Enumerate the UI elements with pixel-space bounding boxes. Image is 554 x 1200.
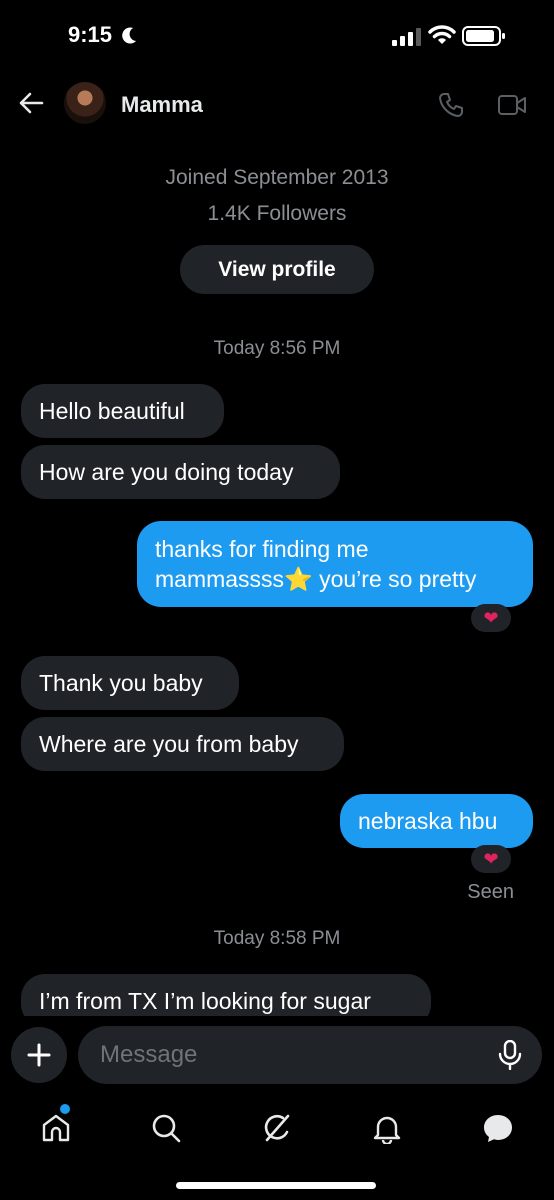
- outgoing-message[interactable]: nebraska hbu: [340, 794, 533, 848]
- incoming-message[interactable]: How are you doing today: [21, 445, 340, 499]
- add-media-button[interactable]: [11, 1027, 67, 1083]
- contact-name[interactable]: Mamma: [121, 92, 203, 118]
- profile-followers-count: 1.4K Followers: [207, 202, 347, 225]
- incoming-message[interactable]: Thank you baby: [21, 656, 239, 710]
- bottom-tab-bar: [0, 1094, 554, 1200]
- profile-joined-date: Joined September 2013: [165, 166, 389, 189]
- heart-reaction[interactable]: ❤: [471, 604, 511, 632]
- tab-home[interactable]: [36, 1108, 76, 1148]
- message-text: How are you doing today: [39, 459, 294, 485]
- message-timestamp: Today 8:58 PM: [213, 928, 341, 949]
- battery-icon: [462, 26, 505, 46]
- home-icon: [42, 1114, 70, 1142]
- heart-reaction[interactable]: ❤: [471, 845, 511, 873]
- tab-grok[interactable]: [257, 1108, 297, 1148]
- wifi-icon: [428, 25, 456, 44]
- tab-messages[interactable]: [478, 1108, 518, 1148]
- conversation-header: Mamma: [0, 72, 554, 136]
- message-text-line: thanks for finding me: [155, 536, 369, 562]
- message-list-clip: I’m from TX I’m looking for sugar: [0, 970, 554, 1016]
- incoming-message[interactable]: Hello beautiful: [21, 384, 224, 438]
- message-text-line: mammassss⭐ you’re so pretty: [155, 566, 477, 592]
- avatar[interactable]: [64, 82, 106, 124]
- status-bar: 9:15: [0, 0, 554, 70]
- phone-icon[interactable]: [438, 92, 464, 118]
- messages-icon: [484, 1115, 512, 1142]
- seen-status: Seen: [467, 881, 514, 903]
- search-icon: [152, 1114, 181, 1143]
- microphone-icon[interactable]: [497, 1040, 523, 1070]
- moon-icon: [122, 27, 136, 44]
- home-indicator: [176, 1182, 376, 1189]
- back-arrow-icon[interactable]: [18, 90, 44, 116]
- heart-icon: ❤: [483, 848, 499, 869]
- incoming-message[interactable]: I’m from TX I’m looking for sugar: [21, 974, 431, 1016]
- heart-icon: ❤: [483, 607, 499, 628]
- message-timestamp: Today 8:56 PM: [213, 338, 341, 359]
- signal-icon: [392, 28, 421, 46]
- notification-dot: [60, 1104, 70, 1114]
- grok-icon: [264, 1114, 290, 1142]
- bell-icon: [373, 1116, 401, 1144]
- plus-icon: [27, 1043, 51, 1067]
- message-composer: [0, 1016, 554, 1094]
- message-text: Thank you baby: [39, 670, 203, 696]
- message-text: I’m from TX I’m looking for sugar: [39, 988, 371, 1014]
- message-input[interactable]: [78, 1026, 542, 1084]
- tab-search[interactable]: [146, 1108, 186, 1148]
- tab-notifications[interactable]: [367, 1108, 407, 1148]
- status-time: 9:15: [68, 22, 113, 47]
- video-call-icon[interactable]: [497, 93, 527, 117]
- message-text: nebraska hbu: [358, 808, 498, 834]
- incoming-message[interactable]: Where are you from baby: [21, 717, 344, 771]
- view-profile-button[interactable]: View profile: [180, 245, 374, 294]
- message-text: Where are you from baby: [39, 731, 299, 757]
- outgoing-message[interactable]: thanks for finding me mammassss⭐ you’re …: [137, 521, 533, 607]
- message-text: Hello beautiful: [39, 398, 185, 424]
